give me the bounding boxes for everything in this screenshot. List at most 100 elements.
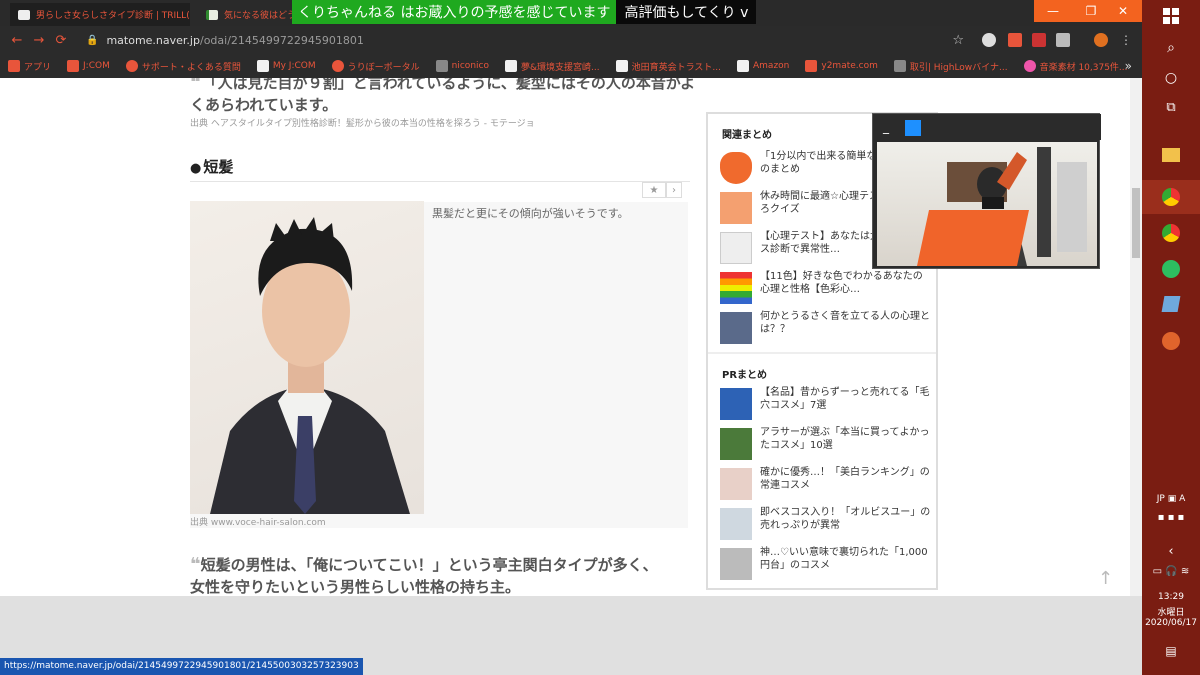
search-icon[interactable]: ⌕: [1142, 40, 1200, 56]
heart-thumbnail-icon: [720, 152, 752, 184]
close-window-button[interactable]: ✕: [1104, 0, 1142, 22]
back-button[interactable]: ←: [6, 33, 28, 48]
pr-item[interactable]: 即ベスコス入り！「オルビスユー」の売れっぷりが異常: [720, 506, 930, 542]
clock-time[interactable]: 13:29: [1142, 592, 1200, 602]
bookmark-ikeda[interactable]: 池田育英会トラスト...: [608, 60, 729, 73]
forward-button[interactable]: →: [28, 33, 50, 48]
webcam-scene: [917, 147, 1087, 266]
man-short-hair-photo[interactable]: [190, 201, 424, 514]
ime-indicator[interactable]: JP ▣ A: [1142, 494, 1200, 504]
windows-logo-icon: [1163, 8, 1179, 24]
show-hidden-icons-chevron[interactable]: ‹: [1142, 544, 1200, 559]
color-chart-thumbnail-icon: [720, 272, 752, 304]
thumbnail-image: [720, 468, 752, 500]
tab-favicon-icon: [18, 9, 30, 20]
article-quote-bottom: ❝短髪の男性は、「俺についてこい！」という亭主関白タイプが多く、女性を守りたいと…: [190, 554, 670, 596]
tab-kareshi[interactable]: 気になる彼はどう? ✕: [198, 3, 298, 26]
cortana-icon[interactable]: ○: [1142, 70, 1200, 86]
bookmark-niconico[interactable]: niconico: [428, 60, 497, 72]
bookmarks-more-icon[interactable]: »: [1125, 59, 1132, 73]
quote-source[interactable]: 出典 ヘアスタイルタイプ別性格診断！髪形から彼の本当の性格を探ろう - モテージ…: [190, 116, 535, 129]
pr-item[interactable]: 確かに優秀…！「美白ランキング」の常連コスメ: [720, 466, 930, 502]
music-icon: [1023, 60, 1036, 72]
bookmark-apps[interactable]: アプリ: [0, 60, 59, 73]
bookmark-star-icon[interactable]: ☆: [952, 33, 964, 48]
scrollbar-thumb[interactable]: [1132, 188, 1140, 258]
card-next-button[interactable]: ›: [666, 182, 682, 198]
tab-title: 気になる彼はどう?: [224, 11, 298, 21]
bookmark-label: 音楽素材 10,375件...: [1039, 62, 1128, 73]
bookmark-myjcom[interactable]: My J:COM: [249, 60, 324, 72]
favorite-star-button[interactable]: ★: [642, 182, 666, 198]
bookmarks-bar: アプリ J:COM サポート・よくある質問 My J:COM うりぼーポータル …: [0, 54, 1142, 78]
bookmark-support[interactable]: サポート・よくある質問: [118, 60, 249, 73]
stream-ticker: くりちゃんねる はお蔵入りの予感を感じています 高評価もしてくり v: [292, 0, 757, 24]
status-bar-url: https://matome.naver.jp/odai/21454997229…: [0, 658, 363, 675]
minimize-button[interactable]: —: [1034, 0, 1072, 22]
address-host: matome.naver.jp: [106, 33, 200, 47]
reload-button[interactable]: ⟳: [50, 33, 72, 48]
chrome-icon[interactable]: [1142, 224, 1200, 242]
powerpoint-icon[interactable]: [1142, 332, 1200, 350]
webcam-minimize-icon[interactable]: _: [883, 120, 889, 134]
apps-icon: [8, 60, 20, 72]
webcam-overlay-window[interactable]: _: [872, 113, 1101, 269]
bookmark-uribo[interactable]: うりぼーポータル: [324, 60, 428, 73]
file-explorer-icon[interactable]: [1142, 148, 1200, 162]
evernote-icon[interactable]: [1142, 260, 1200, 278]
bookmark-amazon[interactable]: Amazon: [729, 60, 797, 72]
pr-item[interactable]: 神…♡いい意味で裏切られた「1,000円台」のコスメ: [720, 546, 930, 582]
quote-mark-icon: ❝: [190, 78, 201, 93]
bookmark-highlow[interactable]: 取引| HighLowバイナ...: [886, 60, 1016, 73]
vertical-scrollbar[interactable]: [1130, 78, 1142, 596]
extension-pocket-icon[interactable]: [1008, 33, 1022, 47]
bookmark-jcom[interactable]: J:COM: [59, 60, 118, 72]
task-view-icon[interactable]: ⧉: [1142, 100, 1200, 115]
extension-contrast-icon[interactable]: [982, 33, 996, 47]
bookmark-label: うりぼーポータル: [347, 62, 420, 73]
ticker-black-text: 高評価もしてくり v: [624, 5, 749, 21]
page-icon: [615, 60, 628, 72]
scroll-to-top-button[interactable]: ↑: [1098, 568, 1113, 589]
thumbnail-image: [720, 428, 752, 460]
webcam-titlebar[interactable]: _: [873, 114, 1101, 140]
chrome-icon[interactable]: [1142, 188, 1200, 206]
pr-item[interactable]: アラサーが選ぶ「本当に買ってよかったコスメ」10選: [720, 426, 930, 462]
divider: [708, 352, 936, 354]
related-item-title: 何かとうるさく音を立てる人の心理とは？？: [760, 311, 930, 335]
notifications-icon[interactable]: ▤: [1142, 644, 1200, 658]
thumbnail-image: [720, 388, 752, 420]
clock-weekday[interactable]: 水曜日: [1142, 605, 1200, 618]
menu-kebab-icon[interactable]: ⋮: [1120, 33, 1132, 47]
extension-pdf-icon[interactable]: [1032, 33, 1046, 47]
related-item[interactable]: 【11色】好きな色でわかるあなたの心理と性格【色彩心…: [720, 270, 930, 306]
start-button[interactable]: [1142, 8, 1200, 24]
bookmark-label: サポート・よくある質問: [141, 62, 241, 73]
browser-toolbar: ← → ⟳ 🔒 matome.naver.jp /odai/2145499722…: [0, 26, 1142, 54]
clock-date[interactable]: 2020/06/17: [1142, 618, 1200, 628]
pr-item[interactable]: 【名品】昔からずーっと売れてる「毛穴コスメ」7選: [720, 386, 930, 422]
profile-avatar-icon[interactable]: [1094, 33, 1108, 47]
tab-favicon-icon: [206, 9, 218, 20]
bookmark-music[interactable]: 音楽素材 10,375件...: [1016, 60, 1136, 73]
myjcom-icon: [256, 60, 269, 72]
pr-item-title: 即ベスコス入り！「オルビスユー」の売れっぷりが異常: [760, 507, 931, 531]
tab-trill[interactable]: 男らしさ女らしさタイプ診断 | TRILL( ✕: [10, 3, 190, 26]
related-item[interactable]: 何かとうるさく音を立てる人の心理とは？？: [720, 310, 930, 346]
bookmark-label: アプリ: [24, 62, 52, 73]
photo-source[interactable]: 出典 www.voce-hair-salon.com: [190, 515, 326, 528]
photo-illustration: [210, 217, 410, 514]
tray-icons[interactable]: ▪ ▪ ▪: [1142, 512, 1200, 523]
system-tray-icons[interactable]: ▭ 🎧 ≋: [1142, 566, 1200, 577]
bookmark-y2mate[interactable]: y2mate.com: [797, 60, 885, 72]
niconico-icon: [435, 60, 448, 72]
bookmark-label: Amazon: [753, 61, 790, 71]
address-bar[interactable]: 🔒 matome.naver.jp /odai/2145499722945901…: [86, 29, 976, 51]
lock-icon: 🔒: [86, 34, 99, 46]
jcom-icon: [67, 60, 80, 72]
app-icon[interactable]: [1142, 296, 1200, 312]
bookmark-yume[interactable]: 夢&環境支援宮崎...: [497, 60, 608, 73]
extension-barcode-icon[interactable]: [1056, 33, 1070, 47]
ime-mode: A: [1179, 494, 1186, 504]
bookmark-label: 取引| HighLowバイナ...: [909, 62, 1008, 73]
